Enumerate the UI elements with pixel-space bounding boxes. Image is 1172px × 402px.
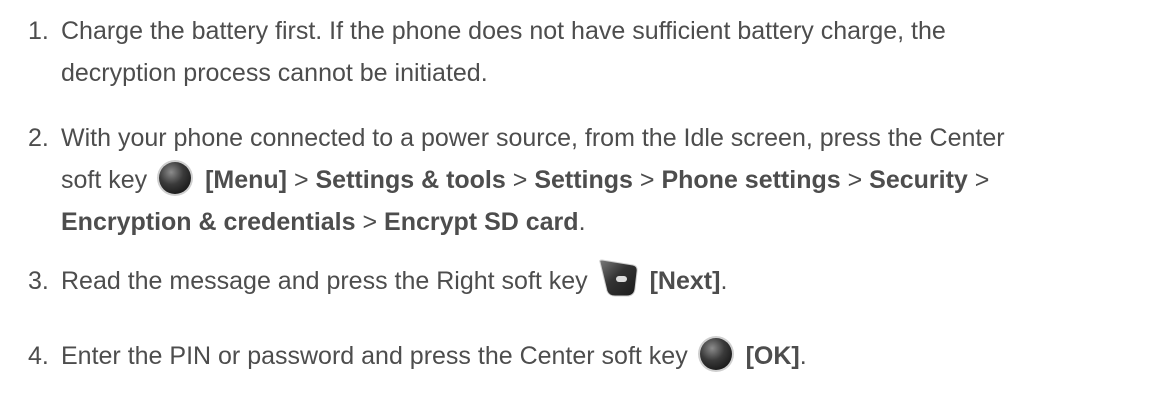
step-number: 1.	[28, 17, 49, 45]
step-text: With your phone connected to a power sou…	[61, 117, 1158, 243]
menu-label: [Menu]	[205, 166, 287, 194]
path-item: Settings	[534, 166, 633, 194]
period: .	[799, 342, 807, 370]
path-item: Settings & tools	[315, 166, 506, 194]
action-label: [OK]	[745, 342, 800, 370]
period: .	[578, 208, 586, 236]
path-item: Encrypt SD card	[384, 208, 579, 236]
path-separator: >	[362, 208, 378, 236]
step-text: Enter the PIN or password and press the …	[61, 335, 1158, 377]
step-text-line: Read the message and press the Right sof…	[61, 267, 588, 295]
step-text-line: With your phone connected to a power sou…	[61, 124, 1005, 152]
center-soft-key-icon	[156, 159, 194, 197]
center-soft-key-icon	[697, 335, 735, 373]
step-4: 4. Enter the PIN or password and press t…	[28, 335, 1158, 377]
path-item: Encryption & credentials	[61, 208, 356, 236]
path-separator: >	[974, 166, 990, 194]
path-separator: >	[847, 166, 863, 194]
step-number: 2.	[28, 124, 49, 152]
step-text: Charge the battery first. If the phone d…	[61, 10, 1158, 94]
path-separator: >	[293, 166, 309, 194]
step-text-line: Enter the PIN or password and press the …	[61, 342, 688, 370]
step-text: Read the message and press the Right sof…	[61, 259, 1158, 302]
step-number: 4.	[28, 342, 49, 370]
step-2: 2. With your phone connected to a power …	[28, 117, 1158, 243]
step-3: 3. Read the message and press the Right …	[28, 259, 1158, 302]
step-text-line: Charge the battery first. If the phone d…	[61, 17, 946, 45]
step-text-line: decryption process cannot be initiated.	[61, 59, 488, 87]
action-label: [Next]	[649, 267, 721, 295]
right-soft-key-icon	[597, 259, 639, 299]
path-separator: >	[639, 166, 655, 194]
path-item: Security	[869, 166, 968, 194]
path-item: Phone settings	[661, 166, 841, 194]
period: .	[720, 267, 728, 295]
step-number: 3.	[28, 267, 49, 295]
path-separator: >	[512, 166, 528, 194]
step-1: 1. Charge the battery first. If the phon…	[28, 10, 1158, 94]
soft-key-label: soft key	[61, 166, 148, 194]
